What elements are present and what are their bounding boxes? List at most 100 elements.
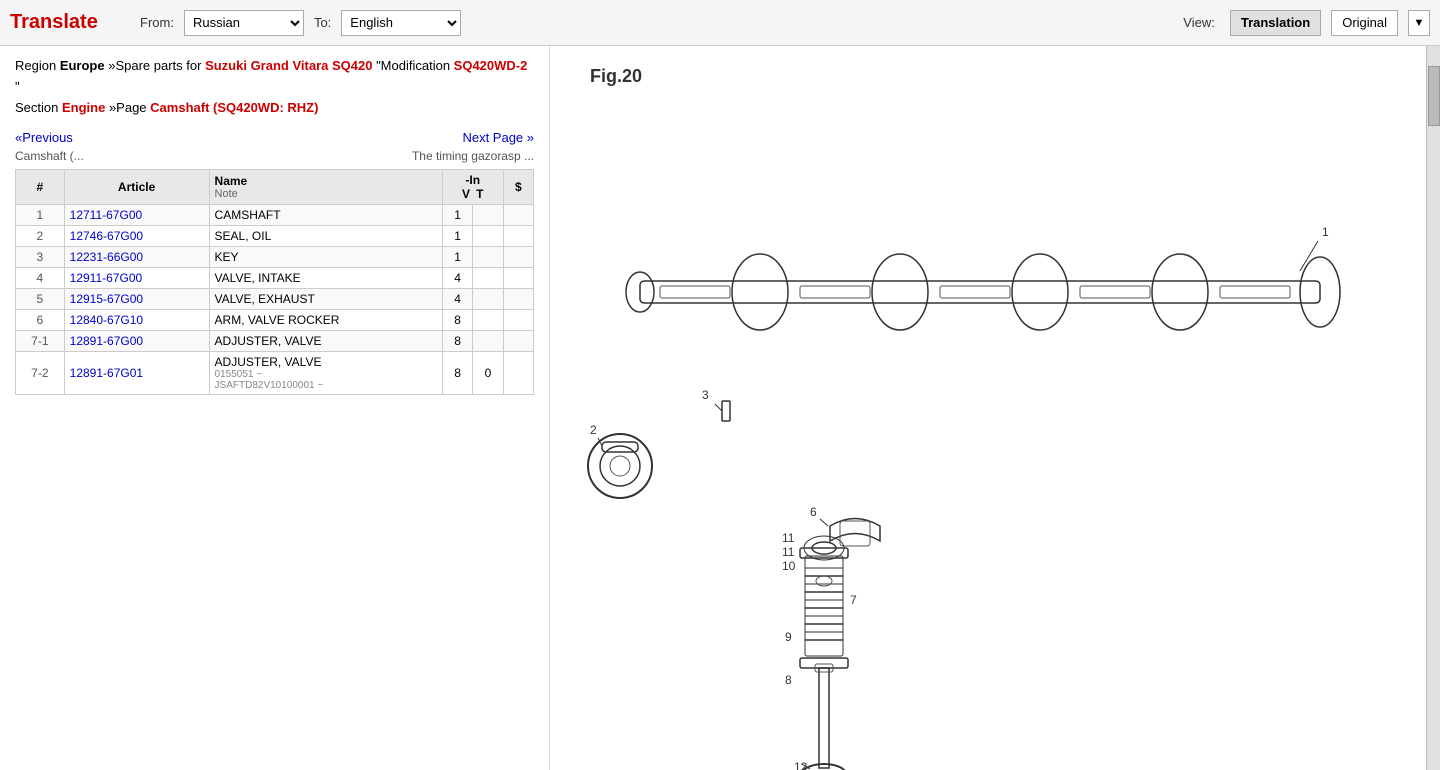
row-article[interactable]: 12840-67G10 [64,310,209,331]
row-qty-v: 1 [442,205,472,226]
app-title: Translate [10,11,110,34]
view-label: View: [1183,15,1215,30]
page-navigation: «Previous Next Page » [15,130,534,145]
row-num: 2 [16,226,65,247]
main-scrollbar[interactable] [1426,46,1440,770]
from-label: From: [140,15,174,30]
row-price [503,247,533,268]
row-price [503,226,533,247]
to-language-select[interactable]: English Russian German [341,10,461,36]
row-article[interactable]: 12915-67G00 [64,289,209,310]
view-dropdown-button[interactable]: ▼ [1408,10,1430,36]
model-text: Suzuki Grand Vitara SQ420 [205,58,372,73]
table-row: 6 12840-67G10 ARM, VALVE ROCKER 8 [16,310,534,331]
row-article[interactable]: 12891-67G01 [64,352,209,395]
row-qty-v: 4 [442,289,472,310]
diagram-container: Fig.20 1 [560,56,1360,756]
row-price [503,289,533,310]
svg-text:7: 7 [850,593,857,607]
scrollbar-thumb[interactable] [1428,66,1440,126]
row-price [503,205,533,226]
svg-text:8: 8 [785,673,792,687]
right-panel: Fig.20 1 [550,46,1426,770]
col-header-name: Name Note [209,170,442,205]
page-prefix: »Page [105,100,150,115]
from-language-select[interactable]: Russian English German [184,10,304,36]
prev-page-sub: Camshaft (... [15,149,84,163]
next-page-sub: The timing gazorasp ... [412,149,534,163]
row-qty-v: 8 [442,352,472,395]
row-price [503,352,533,395]
original-button[interactable]: Original [1331,10,1398,36]
row-name: VALVE, INTAKE [209,268,442,289]
row-qty-v: 1 [442,226,472,247]
row-price [503,310,533,331]
table-row: 5 12915-67G00 VALVE, EXHAUST 4 [16,289,534,310]
table-row: 4 12911-67G00 VALVE, INTAKE 4 [16,268,534,289]
svg-text:11: 11 [782,545,795,559]
row-article[interactable]: 12891-67G00 [64,331,209,352]
parts-diagram: 1 2 3 6 [560,86,1380,770]
row-name: ARM, VALVE ROCKER [209,310,442,331]
page-nav-sub: Camshaft (... The timing gazorasp ... [15,149,534,163]
breadcrumb: Region Europe »Spare parts for Suzuki Gr… [15,56,534,118]
region-value: Europe [60,58,105,73]
row-qty-t [473,310,503,331]
row-qty-t [473,226,503,247]
region-label: Region [15,58,60,73]
row-qty-t [473,268,503,289]
row-num: 3 [16,247,65,268]
main-content: Region Europe »Spare parts for Suzuki Gr… [0,46,1440,770]
row-num: 7-2 [16,352,65,395]
row-num: 6 [16,310,65,331]
svg-text:2: 2 [590,423,597,437]
row-article[interactable]: 12231-66G00 [64,247,209,268]
row-name: CAMSHAFT [209,205,442,226]
parts-table: # Article Name Note -In V T $ [15,169,534,395]
row-article[interactable]: 12711-67G00 [64,205,209,226]
row-name: SEAL, OIL [209,226,442,247]
svg-text:11: 11 [782,531,795,545]
table-row: 3 12231-66G00 KEY 1 [16,247,534,268]
row-qty-t [473,331,503,352]
col-header-price: $ [503,170,533,205]
table-row: 1 12711-67G00 CAMSHAFT 1 [16,205,534,226]
row-qty-t [473,205,503,226]
translation-button[interactable]: Translation [1230,10,1321,36]
table-row: 2 12746-67G00 SEAL, OIL 1 [16,226,534,247]
col-header-article: Article [64,170,209,205]
col-header-num: # [16,170,65,205]
next-page-link[interactable]: Next Page » [462,130,534,145]
row-price [503,268,533,289]
spare-parts-text: »Spare parts for [105,58,205,73]
col-header-in: -In V T [442,170,503,205]
row-num: 5 [16,289,65,310]
section-label: Section [15,100,62,115]
diagram-title: Fig.20 [590,66,642,87]
toolbar: Translate From: Russian English German T… [0,0,1440,46]
section-value: Engine [62,100,105,115]
table-row: 7-1 12891-67G00 ADJUSTER, VALVE 8 [16,331,534,352]
row-name: KEY [209,247,442,268]
row-qty-t: 0 [473,352,503,395]
svg-text:3: 3 [702,388,709,402]
row-article[interactable]: 12746-67G00 [64,226,209,247]
prev-page-link[interactable]: «Previous [15,130,73,145]
row-qty-v: 1 [442,247,472,268]
svg-text:12: 12 [794,760,808,770]
row-num: 4 [16,268,65,289]
modification-prefix: "Modification [372,58,453,73]
row-num: 7-1 [16,331,65,352]
row-qty-v: 8 [442,331,472,352]
modification-value: SQ420WD-2 [454,58,528,73]
svg-text:9: 9 [785,630,792,644]
page-value: Camshaft (SQ420WD: RHZ) [150,100,318,115]
row-num: 1 [16,205,65,226]
left-panel: Region Europe »Spare parts for Suzuki Gr… [0,46,550,770]
row-article[interactable]: 12911-67G00 [64,268,209,289]
svg-text:1: 1 [1322,225,1329,239]
to-label: To: [314,15,331,30]
row-price [503,331,533,352]
row-name: VALVE, EXHAUST [209,289,442,310]
row-qty-t [473,289,503,310]
